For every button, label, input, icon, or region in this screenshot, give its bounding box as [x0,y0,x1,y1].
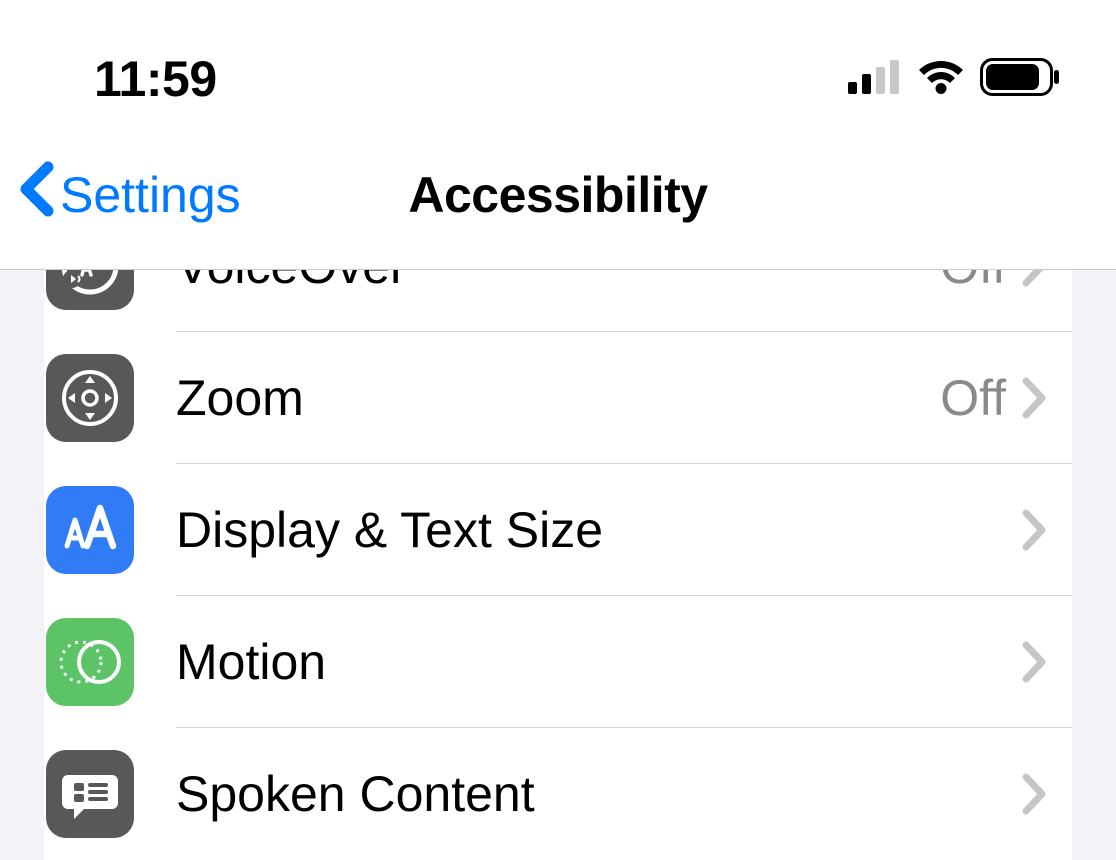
chevron-right-icon [1022,377,1048,419]
voiceover-icon [46,270,134,310]
status-time: 11:59 [94,50,217,108]
motion-icon [46,618,134,706]
status-icons [848,58,1060,101]
chevron-right-icon [1022,641,1048,683]
back-button[interactable]: Settings [18,161,241,229]
row-label: Zoom [176,369,940,427]
row-voiceover[interactable]: VoiceOver Off [44,270,1072,332]
spoken-content-icon [46,750,134,838]
wifi-icon [916,59,966,100]
status-bar: 11:59 [0,0,1116,120]
row-zoom[interactable]: Zoom Off [44,332,1072,464]
cellular-signal-icon [848,60,902,99]
row-motion[interactable]: Motion [44,596,1072,728]
content-area: VoiceOver Off Zoom Off [0,270,1116,860]
nav-bar: Settings Accessibility [0,120,1116,270]
settings-list: VoiceOver Off Zoom Off [44,270,1072,860]
zoom-icon [46,354,134,442]
row-label: VoiceOver [176,270,940,295]
row-display-text-size[interactable]: Display & Text Size [44,464,1072,596]
row-value: Off [940,270,1006,295]
row-value: Off [940,369,1006,427]
row-label: Spoken Content [176,765,1022,823]
battery-icon [980,58,1060,101]
chevron-right-icon [1022,773,1048,815]
chevron-left-icon [18,161,54,229]
back-label: Settings [60,166,241,224]
chevron-right-icon [1022,270,1048,287]
row-label: Motion [176,633,1022,691]
row-spoken-content[interactable]: Spoken Content [44,728,1072,860]
row-label: Display & Text Size [176,501,1022,559]
chevron-right-icon [1022,509,1048,551]
text-size-icon [46,486,134,574]
